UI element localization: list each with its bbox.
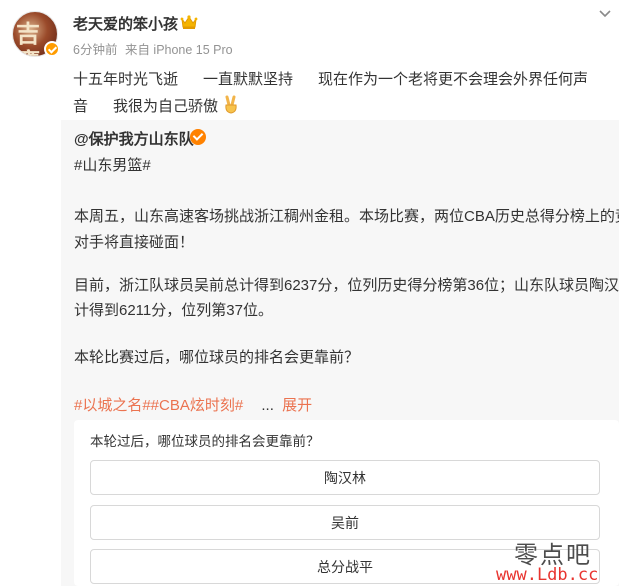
repost-para3: 本轮比赛过后，哪位球员的排名会更靠前？: [74, 349, 360, 366]
repost-verified-icon: [190, 129, 206, 145]
post-text-line-2: 音 我很为自己骄傲: [73, 93, 603, 120]
post-meta: 6分钟前 来自 iPhone 15 Pro: [73, 39, 237, 58]
poll-option-1[interactable]: 陶汉林: [90, 460, 600, 495]
expand-link[interactable]: 展开: [282, 397, 312, 414]
repost-para2-line2: 计得到6211分，位列第37位。: [74, 302, 273, 319]
crown-icon: [180, 15, 198, 29]
repost-para1-line1: 本周五，山东高速客场挑战浙江稠州金租。本场比赛，两位CBA历史总得分榜上的竞争: [74, 208, 619, 225]
repost-author[interactable]: @保护我方山东队: [74, 128, 194, 149]
chevron-down-icon[interactable]: [598, 8, 612, 20]
poll-question: 本轮过后，哪位球员的排名会更靠前？: [90, 434, 320, 449]
repost-para1-line2: 对手将直接碰面！: [74, 234, 195, 251]
watermark-url: www.Ldb.cc: [496, 565, 599, 585]
repost-para2-line1: 目前，浙江队球员吴前总计得到6237分，位列历史得分榜第36位；山东队球员陶汉林…: [74, 277, 619, 294]
post-header: 吉鹰 老天爱的笨小孩 6分钟前 来自 iPhone 15 Pro: [0, 0, 619, 64]
victory-hand-emoji-icon: [225, 95, 237, 114]
repost-tags-row: #以城之名##CBA炫时刻# ... 展开: [74, 394, 312, 415]
post-time[interactable]: 6分钟前: [73, 43, 117, 57]
post-source: 来自 iPhone 15 Pro: [124, 43, 233, 57]
ellipsis: ...: [261, 397, 274, 414]
username[interactable]: 老天爱的笨小孩: [73, 13, 178, 34]
repost-tags[interactable]: #以城之名##CBA炫时刻#: [74, 397, 243, 414]
post-text-line-1: 十五年时光飞逝 一直默默坚持 现在作为一个老将更不会理会外界任何声: [73, 71, 589, 88]
post-text-line-2-text: 音 我很为自己骄傲: [73, 98, 219, 115]
topic-hashtag[interactable]: #山东男篮#: [74, 154, 151, 175]
post-text: 十五年时光飞逝 一直默默坚持 现在作为一个老将更不会理会外界任何声 音 我很为自…: [73, 66, 603, 120]
verified-badge-icon: [44, 41, 60, 57]
